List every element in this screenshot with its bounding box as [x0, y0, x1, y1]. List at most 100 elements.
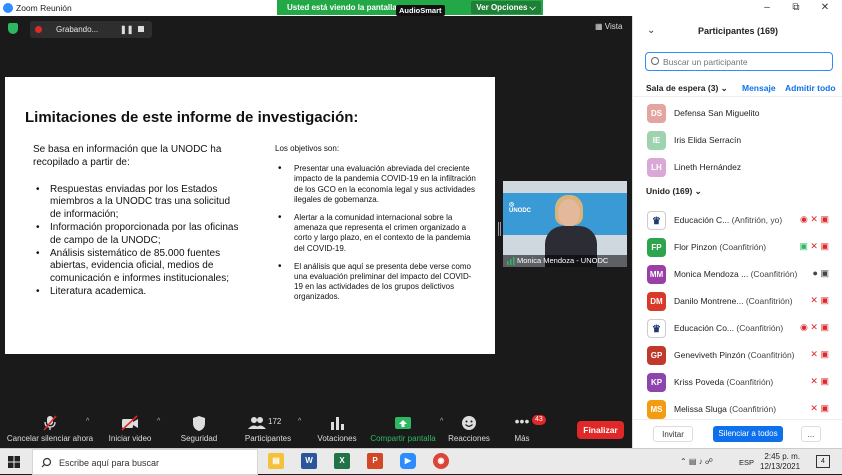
share-screen-label: Compartir pantalla	[370, 434, 436, 443]
participant-row[interactable]: KP Kriss Poveda (Coanfitrión) ✕ ▣	[633, 369, 842, 396]
participant-row[interactable]: MM Monica Mendoza ... (Coanfitrión) ● ▣	[633, 261, 842, 288]
minimize-button[interactable]: –	[760, 2, 774, 14]
search-icon	[651, 57, 659, 65]
message-waiting-button[interactable]: Mensaje	[742, 83, 776, 93]
muted-mic-icon	[43, 415, 57, 431]
waiting-room-label[interactable]: Sala de espera (3) ⌄	[646, 83, 728, 94]
waiting-participant[interactable]: LH Lineth Hernández	[633, 154, 842, 181]
splitter-handle[interactable]	[498, 222, 501, 236]
participant-name-text: Monica Mendoza ...	[674, 269, 749, 279]
muted-mic-icon: ✕	[810, 322, 818, 332]
participant-row[interactable]: DM Danilo Montrene... (Coanfitrión) ✕ ▣	[633, 288, 842, 315]
participant-row[interactable]: ♛ Educación C... (Anfitrión, yo) ◉ ✕ ▣	[633, 207, 842, 234]
powerpoint-icon[interactable]: P	[367, 453, 383, 469]
participant-name-text: Educación C...	[674, 215, 730, 225]
chrome-icon[interactable]: ◉	[433, 453, 449, 469]
participant-status-icons: ◉ ✕ ▣	[800, 214, 829, 226]
slide-title: Limitaciones de este informe de investig…	[25, 109, 359, 126]
start-video-button[interactable]: Iniciar video	[104, 414, 156, 443]
speaker-video[interactable]: ◎ UNODC Monica Mendoza - UNODC	[503, 181, 627, 267]
slide-right-column: Los objetivos son: Presentar una evaluac…	[275, 144, 480, 311]
video-off-icon: ▣	[820, 241, 829, 251]
more-options-button[interactable]: ...	[801, 426, 821, 442]
window-title: Zoom Reunión	[16, 3, 72, 13]
view-options-button[interactable]: Ver Opciones ⌵	[471, 1, 541, 14]
windows-start-icon[interactable]	[8, 456, 20, 468]
taskbar-search-text: Escribe aquí para buscar	[59, 458, 160, 468]
language-indicator[interactable]: ESP	[739, 458, 754, 467]
participant-row[interactable]: GP Geneviveth Pinzón (Coanfitrión) ✕ ▣	[633, 342, 842, 369]
start-video-label: Iniciar video	[108, 434, 152, 443]
recording-label: Grabando...	[56, 25, 99, 34]
participant-name: Defensa San Miguelito	[674, 108, 760, 118]
polls-label: Votaciones	[317, 434, 357, 443]
file-explorer-icon[interactable]: ▤	[268, 453, 284, 469]
security-shield-icon	[193, 416, 205, 431]
avatar: KP	[647, 373, 666, 392]
polls-button[interactable]: Votaciones	[314, 414, 360, 443]
participant-row[interactable]: FP Flor Pinzon (Coanfitrión) ▣ ✕ ▣	[633, 234, 842, 261]
stop-recording-button[interactable]	[138, 26, 144, 32]
taskbar-search[interactable]: Escribe aquí para buscar	[32, 449, 258, 475]
close-button[interactable]: ✕	[818, 2, 832, 14]
avatar: IE	[647, 131, 666, 150]
notification-center-icon[interactable]: 4	[816, 455, 830, 468]
zoom-app-icon[interactable]: ▶	[400, 453, 416, 469]
taskbar-clock[interactable]: 2:45 p. m. 12/13/2021	[760, 452, 800, 472]
panel-footer: Invitar Silenciar a todos ...	[633, 419, 842, 448]
admit-all-button[interactable]: Admitir todo	[785, 83, 836, 93]
more-label: Más	[514, 434, 530, 443]
participant-name: Iris Elida Serracín	[674, 135, 742, 145]
joined-section-label[interactable]: Unido (169) ⌄	[646, 186, 702, 197]
participant-status-icons: ✕ ▣	[810, 295, 829, 307]
waiting-participant[interactable]: IE Iris Elida Serracín	[633, 127, 842, 154]
participants-button[interactable]: 172 Participantes	[240, 414, 296, 443]
end-meeting-button[interactable]: Finalizar	[577, 421, 624, 439]
zoom-logo-icon	[3, 3, 13, 13]
joined-title: Unido (169)	[646, 186, 693, 196]
zoom-window: Zoom Reunión – ⧉ ✕ Usted está viendo la …	[0, 0, 842, 475]
participant-name: Melissa Sluga (Coanfitrión)	[674, 404, 776, 414]
participant-role: (Coanfitrión)	[726, 377, 774, 387]
maximize-button[interactable]: ⧉	[789, 2, 803, 14]
chevron-down-icon: ⌄	[720, 83, 728, 93]
invite-button[interactable]: Invitar	[653, 426, 693, 442]
reactions-label: Reacciones	[448, 434, 490, 443]
word-icon[interactable]: W	[301, 453, 317, 469]
video-off-icon: ▣	[820, 403, 829, 413]
tray-icons[interactable]: ⌃ ▤ ♪ ☍	[680, 457, 713, 466]
participant-search-input[interactable]	[645, 52, 833, 71]
audio-options-caret-icon[interactable]: ^	[86, 418, 89, 425]
pause-recording-button[interactable]: ❚❚	[120, 25, 133, 34]
waiting-participant[interactable]: DS Defensa San Miguelito	[633, 100, 842, 127]
participant-name: Educación Co... (Coanfitrión)	[674, 323, 783, 333]
search-icon	[41, 457, 52, 468]
viewing-text: Usted está viendo la pantalla	[287, 3, 397, 12]
speaker-face	[558, 199, 580, 227]
security-button[interactable]: Seguridad	[176, 414, 222, 443]
mute-all-button[interactable]: Silenciar a todos	[713, 426, 783, 442]
video-options-caret-icon[interactable]: ^	[157, 418, 160, 425]
slide-right-list: Presentar una evaluación abreviada del c…	[275, 164, 480, 302]
participants-caret-icon[interactable]: ^	[298, 418, 301, 425]
participant-name-text: Geneviveth Pinzón	[674, 350, 746, 360]
participant-role: (Coanfitrión)	[747, 350, 795, 360]
org-logo-icon: ♛	[647, 319, 666, 338]
share-options-caret-icon[interactable]: ^	[440, 418, 443, 425]
unmute-button[interactable]: Cancelar silenciar ahora	[4, 414, 96, 443]
participant-name: Flor Pinzon (Coanfitrión)	[674, 242, 766, 252]
shield-icon[interactable]	[8, 23, 18, 34]
recording-bar: Grabando... ❚❚	[30, 21, 152, 38]
participant-row[interactable]: MS Melissa Sluga (Coanfitrión) ✕ ▣	[633, 396, 842, 419]
share-screen-button[interactable]: Compartir pantalla	[367, 414, 439, 443]
reactions-button[interactable]: Reacciones	[446, 414, 492, 443]
slide-right-item: Alertar a la comunidad internacional sob…	[275, 213, 480, 254]
clock-date: 12/13/2021	[760, 462, 801, 471]
view-button[interactable]: ▦ Vista	[595, 22, 622, 31]
participant-role: (Coanfitrión)	[719, 242, 767, 252]
participants-label: Participantes	[244, 434, 292, 443]
excel-icon[interactable]: X	[334, 453, 350, 469]
participant-row[interactable]: ♛ Educación Co... (Coanfitrión) ◉ ✕ ▣	[633, 315, 842, 342]
waiting-room-title: Sala de espera (3)	[646, 83, 719, 93]
slide-left-item: Información proporcionada por las oficin…	[33, 222, 243, 248]
